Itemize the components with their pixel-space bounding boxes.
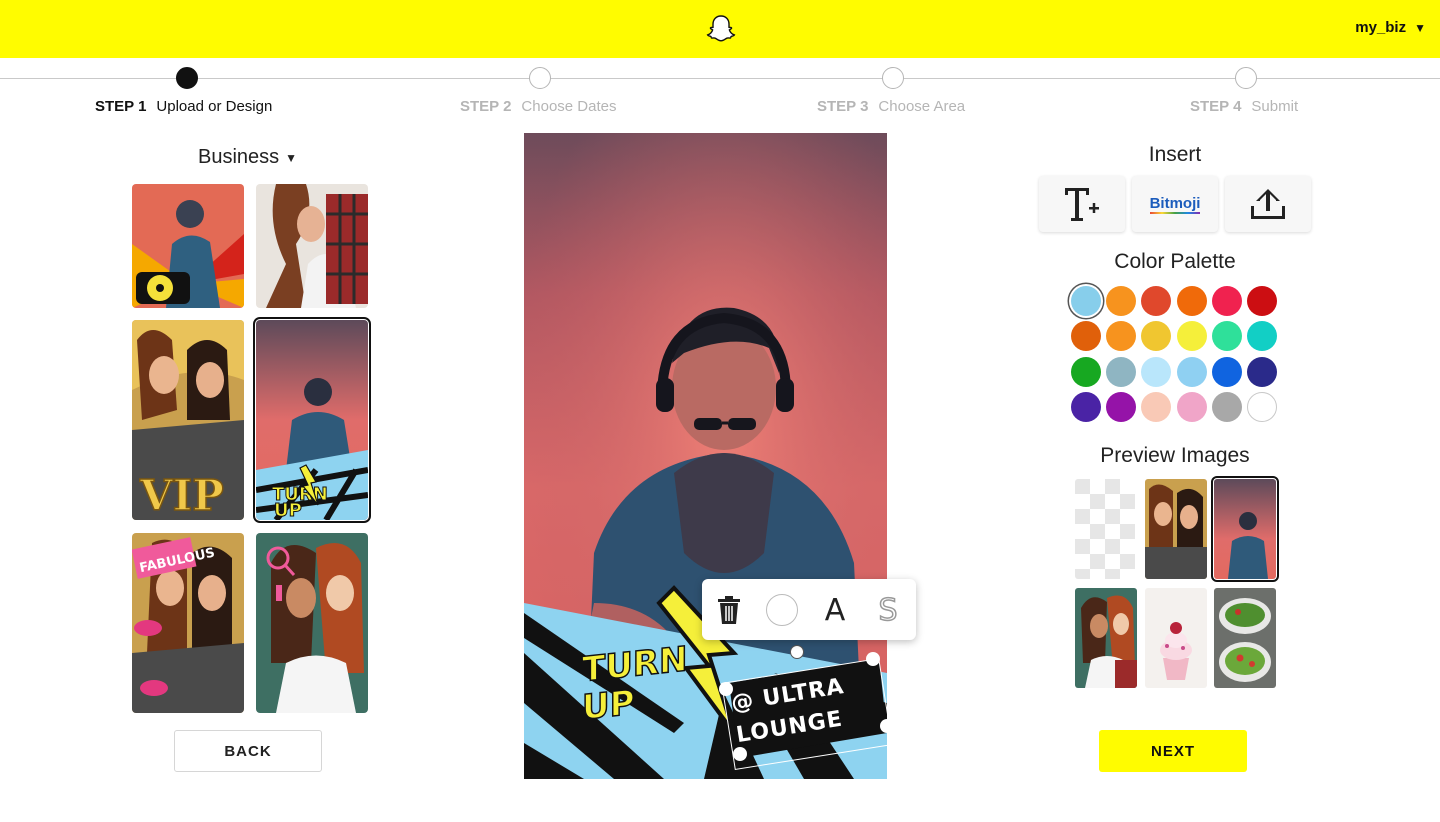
font-icon[interactable]: A xyxy=(818,593,852,628)
bitmoji-button[interactable]: Bitmoji xyxy=(1132,176,1218,232)
step-3-label: STEP 3 Choose Area xyxy=(817,98,966,115)
category-label: Business xyxy=(198,146,280,168)
text-toolbar: A S xyxy=(702,579,916,640)
add-text-button[interactable] xyxy=(1039,176,1125,232)
friends-preview[interactable] xyxy=(1145,479,1207,579)
upload-button[interactable] xyxy=(1225,176,1311,232)
dj-preview[interactable] xyxy=(1211,476,1279,582)
color-swatch[interactable] xyxy=(1106,286,1137,316)
step-1-label: STEP 1 Upload or Design xyxy=(95,98,273,115)
chevron-down-icon: ▼ xyxy=(285,150,298,165)
color-palette-title: Color Palette xyxy=(1114,250,1236,273)
resize-handle[interactable] xyxy=(866,652,880,666)
color-swatch[interactable] xyxy=(1071,286,1101,316)
svg-text:UP: UP xyxy=(274,500,302,520)
svg-text:VIP: VIP xyxy=(139,471,224,520)
color-swatch[interactable] xyxy=(1211,356,1242,387)
color-swatch[interactable] xyxy=(1141,321,1172,352)
resize-handle[interactable] xyxy=(880,719,887,733)
friends-plaid-template[interactable] xyxy=(256,184,368,308)
color-swatch[interactable] xyxy=(1211,321,1242,352)
resize-handle[interactable] xyxy=(719,682,733,696)
bitmoji-icon: Bitmoji xyxy=(1149,194,1201,214)
color-swatch[interactable] xyxy=(1211,286,1242,316)
top-bar: my_biz ▼ xyxy=(0,0,1440,58)
two-friends-preview[interactable] xyxy=(1075,588,1137,688)
cupcake-preview[interactable] xyxy=(1145,588,1207,688)
add-text-icon xyxy=(1065,188,1099,221)
turn-up-template[interactable]: TURN UP xyxy=(253,317,371,523)
dj-turntable-template[interactable] xyxy=(132,184,244,308)
color-swatch[interactable] xyxy=(1176,356,1207,387)
salad-preview[interactable] xyxy=(1214,588,1276,688)
color-swatch[interactable] xyxy=(1106,392,1137,423)
step-3-dot xyxy=(882,67,904,89)
color-swatch[interactable] xyxy=(1106,321,1137,352)
color-swatch[interactable] xyxy=(1247,392,1277,423)
color-swatch[interactable] xyxy=(1211,392,1242,423)
step-4-label: STEP 4 Submit xyxy=(1190,98,1299,115)
fabulous-template[interactable]: FABULOUS xyxy=(132,533,244,713)
back-button[interactable]: BACK xyxy=(174,730,322,772)
color-swatch[interactable] xyxy=(1071,356,1101,387)
step-2-label: STEP 2 Choose Dates xyxy=(460,98,617,115)
step-4-dot xyxy=(1235,67,1257,89)
next-button[interactable]: NEXT xyxy=(1099,730,1247,772)
trash-icon[interactable] xyxy=(712,593,746,627)
transparent-preview[interactable] xyxy=(1075,479,1137,579)
color-swatch[interactable] xyxy=(1141,392,1172,423)
color-swatch[interactable] xyxy=(1176,321,1207,352)
snapchat-ghost-icon[interactable] xyxy=(705,13,737,45)
stroke-icon[interactable]: S xyxy=(871,592,905,629)
color-swatch[interactable] xyxy=(1106,356,1137,387)
resize-handle[interactable] xyxy=(733,747,747,761)
design-canvas[interactable]: TURN UP @ ULTRA LOUNGE xyxy=(524,133,887,779)
chevron-down-icon: ▼ xyxy=(1414,20,1426,35)
category-dropdown[interactable]: Business ▼ xyxy=(198,146,297,169)
makeup-template[interactable] xyxy=(256,533,368,713)
color-swatch[interactable] xyxy=(1176,286,1207,316)
step-2-dot xyxy=(529,67,551,89)
color-swatch[interactable] xyxy=(1247,286,1277,316)
account-menu[interactable]: my_biz ▼ xyxy=(1355,19,1426,36)
color-swatch[interactable] xyxy=(1141,356,1172,387)
step-1-dot xyxy=(176,67,198,89)
color-circle-icon[interactable] xyxy=(765,593,799,627)
color-swatch[interactable] xyxy=(1176,392,1207,423)
rotate-handle[interactable] xyxy=(790,645,804,659)
steps-progress-line xyxy=(0,78,1440,79)
color-swatch[interactable] xyxy=(1071,392,1101,423)
insert-title: Insert xyxy=(1148,143,1202,166)
color-swatch[interactable] xyxy=(1247,321,1277,352)
color-swatch[interactable] xyxy=(1071,321,1101,352)
preview-images-title: Preview Images xyxy=(1100,444,1250,467)
upload-icon xyxy=(1251,189,1285,219)
color-swatch[interactable] xyxy=(1141,286,1172,316)
account-name: my_biz xyxy=(1355,19,1407,36)
color-swatch[interactable] xyxy=(1247,356,1277,387)
turn-up-sticker[interactable]: TURN UP xyxy=(581,638,702,729)
vip-template[interactable]: VIP xyxy=(132,320,244,520)
